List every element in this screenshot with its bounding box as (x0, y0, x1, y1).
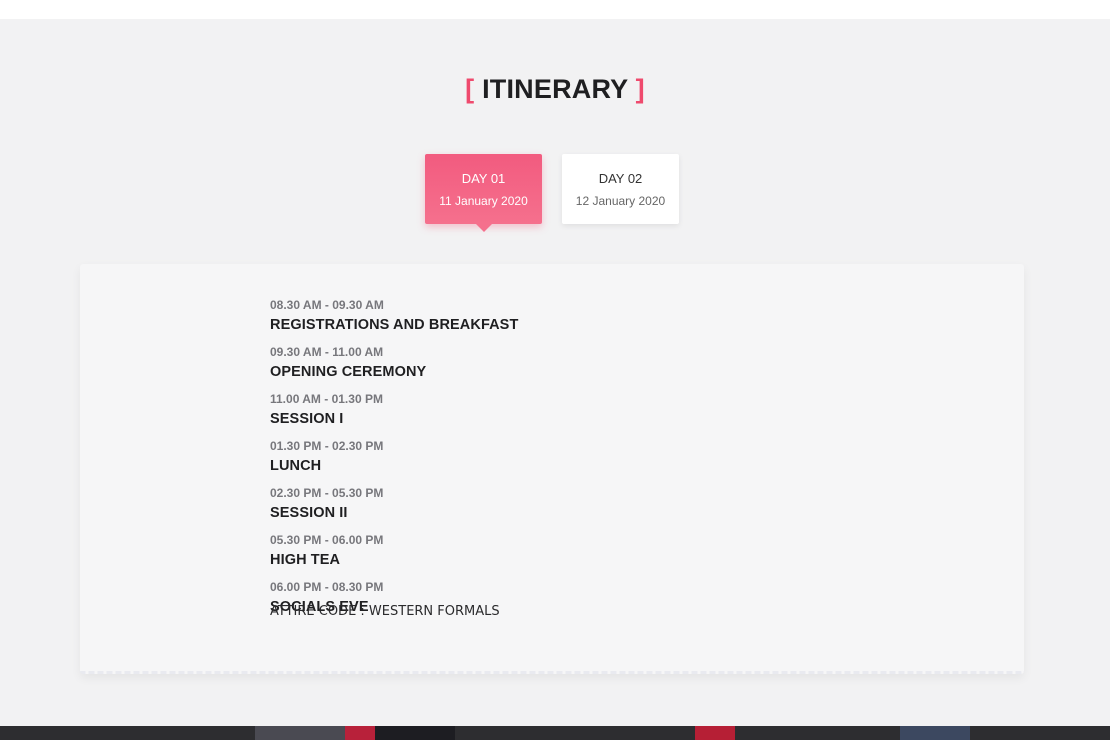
footer-image-shape (345, 726, 375, 740)
schedule-title: OPENING CEREMONY (270, 364, 427, 380)
tab-day-02[interactable]: DAY 02 12 January 2020 (562, 154, 679, 224)
schedule-list: 08.30 AM - 09.30 AM REGISTRATIONS AND BR… (270, 298, 518, 619)
schedule-title: HIGH TEA (270, 552, 341, 568)
tab-date-label: 11 January 2020 (439, 193, 528, 208)
schedule-time: 01.30 PM - 02.30 PM (270, 439, 384, 453)
schedule-item: 08.30 AM - 09.30 AM REGISTRATIONS AND BR… (270, 298, 518, 345)
schedule-time: 09.30 AM - 11.00 AM (270, 345, 384, 359)
heading-text: ITINERARY (482, 74, 628, 104)
day-tabs: DAY 01 11 January 2020 DAY 02 12 January… (425, 154, 679, 232)
schedule-item: 02.30 PM - 05.30 PM SESSION II (270, 486, 518, 533)
tab-date-label: 12 January 2020 (575, 193, 666, 208)
schedule-time: 02.30 PM - 05.30 PM (270, 486, 384, 500)
heading-close-bracket: ] (635, 74, 645, 104)
footer-image-shape (255, 726, 345, 740)
schedule-title: REGISTRATIONS AND BREAKFAST (270, 317, 519, 333)
footer-image-shape (695, 726, 735, 740)
attire-note: ATTIRE CODE : WESTERN FORMALS (270, 604, 500, 619)
footer-image-shape (900, 726, 970, 740)
schedule-time: 06.00 PM - 08.30 PM (270, 580, 384, 594)
schedule-card: 08.30 AM - 09.30 AM REGISTRATIONS AND BR… (80, 264, 1024, 674)
footer-image-strip (0, 726, 1110, 740)
schedule-title: SESSION II (270, 505, 348, 521)
schedule-item: 01.30 PM - 02.30 PM LUNCH (270, 439, 518, 486)
schedule-title: SESSION I (270, 411, 344, 427)
schedule-time: 11.00 AM - 01.30 PM (270, 392, 383, 406)
footer-image-shape (375, 726, 455, 740)
schedule-time: 08.30 AM - 09.30 AM (270, 298, 384, 312)
schedule-item: 09.30 AM - 11.00 AM OPENING CEREMONY (270, 345, 518, 392)
schedule-title: LUNCH (270, 458, 322, 474)
heading-open-bracket: [ (465, 74, 475, 104)
schedule-time: 05.30 PM - 06.00 PM (270, 533, 384, 547)
top-navbar (0, 0, 1110, 19)
schedule-item: 11.00 AM - 01.30 PM SESSION I (270, 392, 518, 439)
tab-day-01[interactable]: DAY 01 11 January 2020 (425, 154, 542, 232)
tab-day-label: DAY 01 (461, 170, 506, 186)
schedule-item: 05.30 PM - 06.00 PM HIGH TEA (270, 533, 518, 580)
tab-day-label: DAY 02 (598, 170, 643, 186)
active-tab-pointer-icon (475, 224, 492, 232)
section-heading: [ ITINERARY ] (0, 74, 1110, 105)
